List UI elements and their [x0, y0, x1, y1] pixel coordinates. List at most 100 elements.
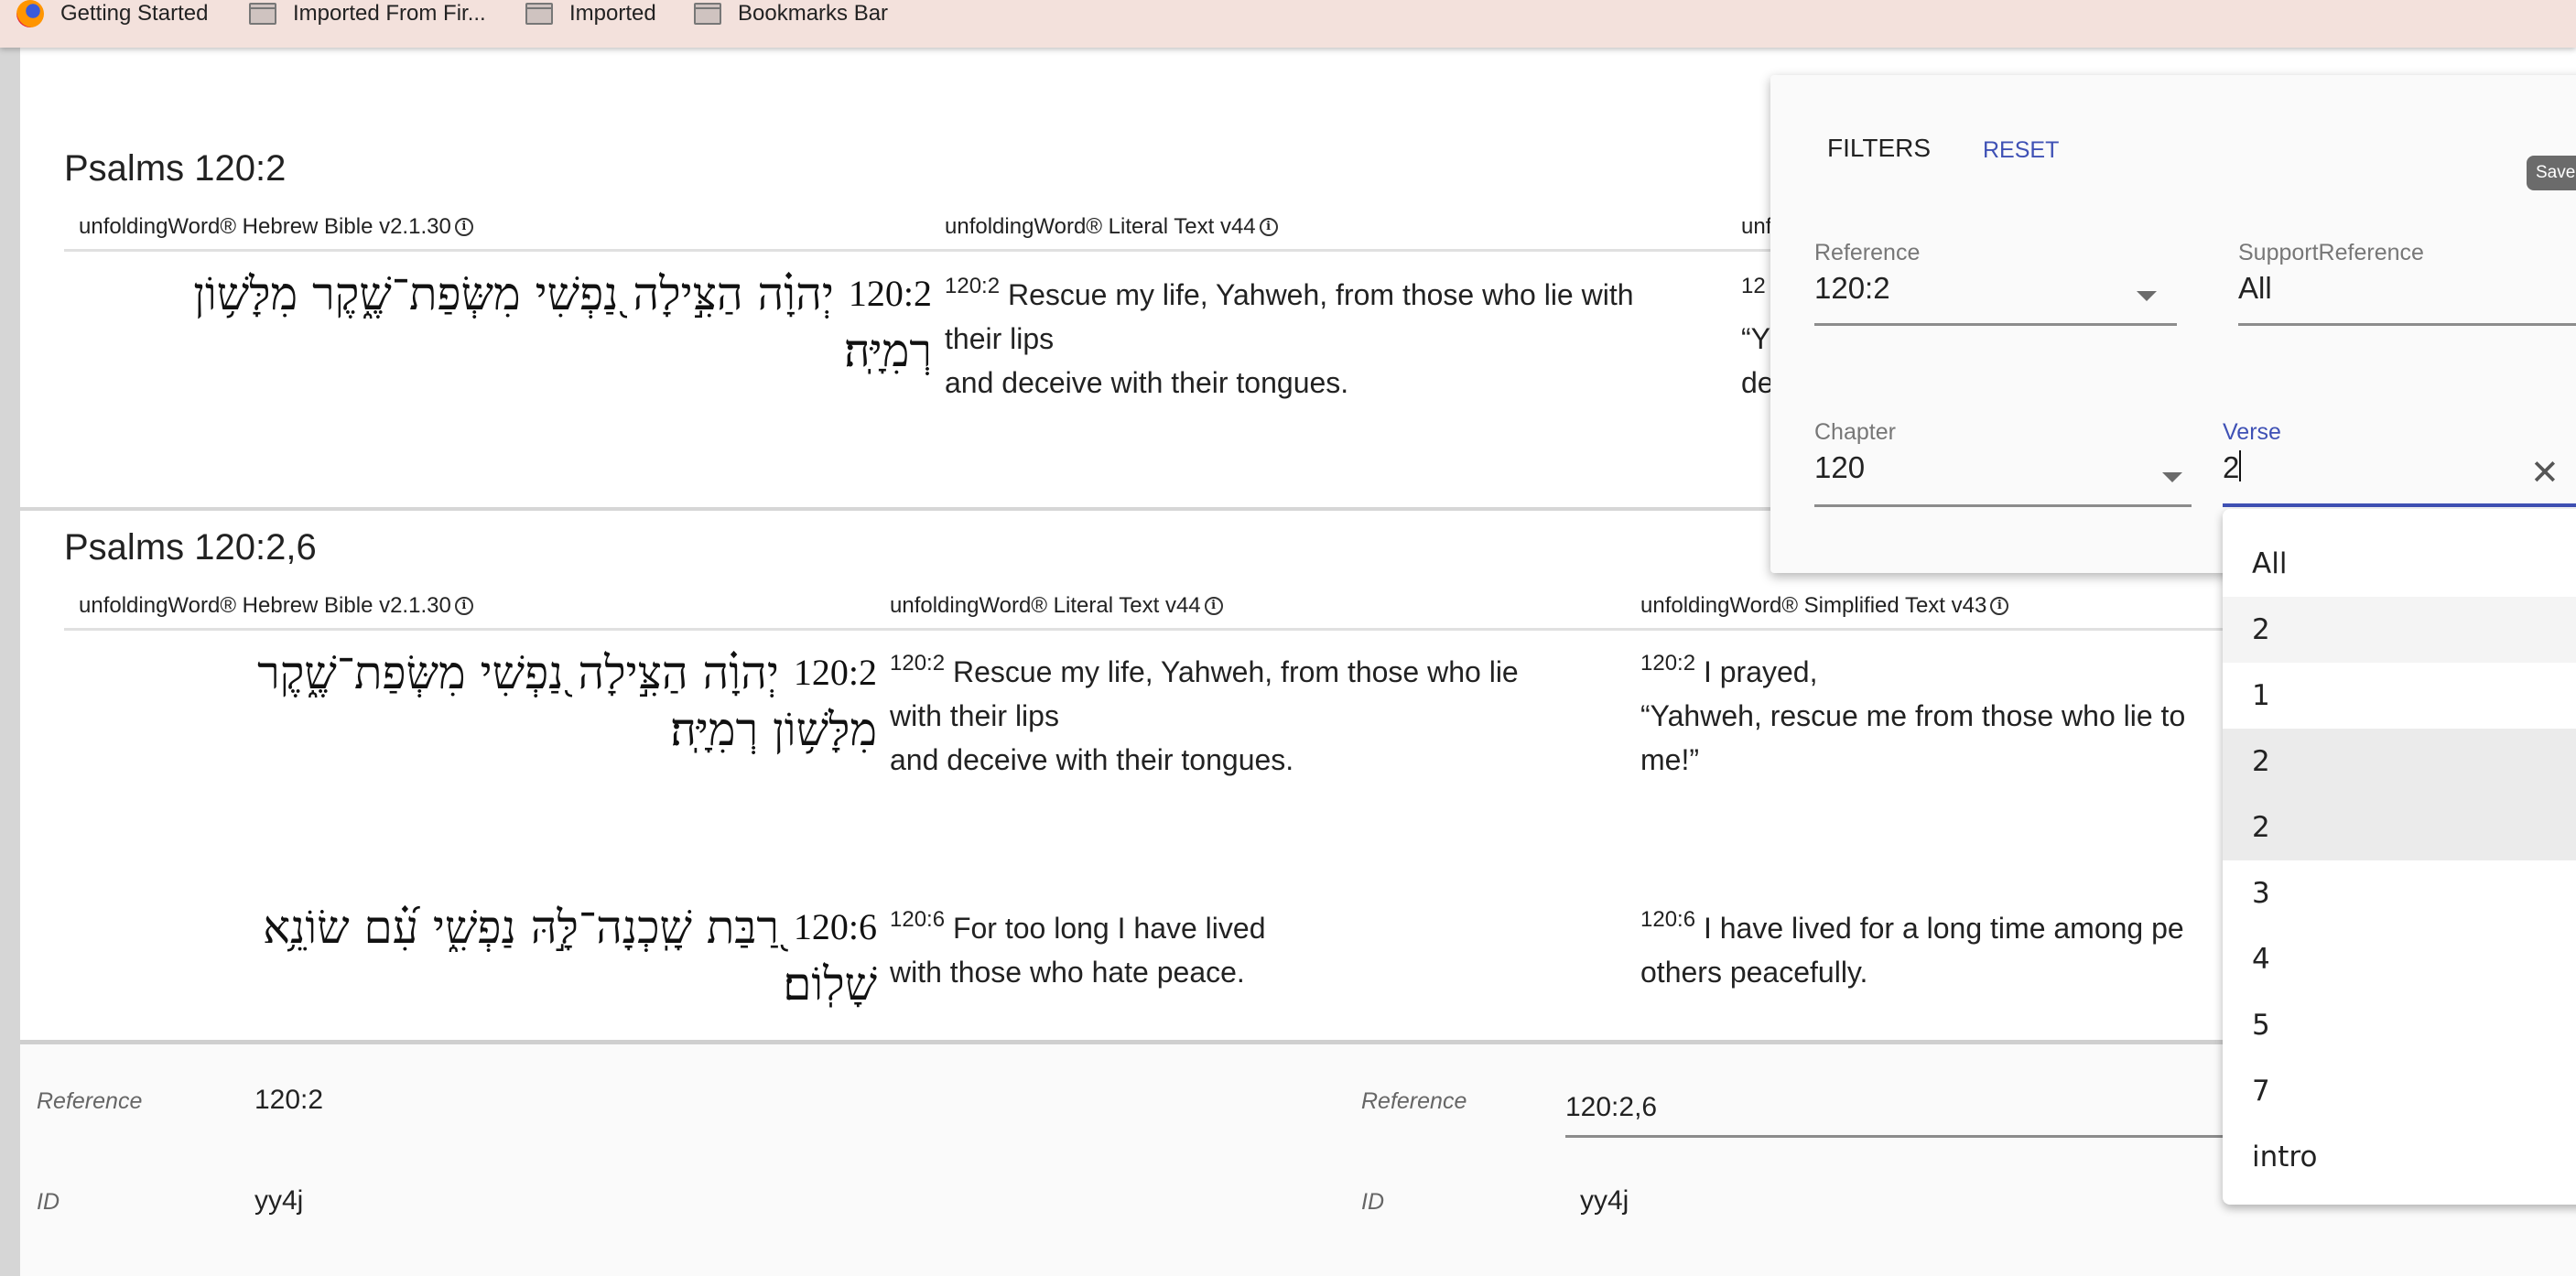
verse-number: 120:6 [793, 906, 877, 947]
verse-line: I prayed, [1703, 655, 1818, 688]
bookmark-label: Imported From Fir... [293, 1, 486, 26]
verse-line: others peacefully. [1640, 956, 1868, 989]
folder-icon [249, 3, 276, 25]
verse-filter-value: 2 [2223, 450, 2240, 484]
column-header-label: unfoldingWord® Hebrew Bible v2.1.30 [79, 214, 451, 239]
folder-icon [694, 3, 721, 25]
reference-value: 120:2 [254, 1085, 324, 1115]
chapter-filter-label: Chapter [1814, 419, 1896, 445]
bookmark-bookmarks-bar[interactable]: Bookmarks Bar [694, 0, 888, 27]
verse-line: Rescue my life, Yahweh, from those who l… [1007, 278, 1634, 311]
verse-option[interactable]: 2 [2223, 795, 2576, 860]
info-icon[interactable]: i [454, 218, 473, 236]
reference-label: Reference [1361, 1088, 1467, 1114]
reference-filter-value: 120:2 [1814, 271, 1890, 305]
bookmark-imported[interactable]: Imported [525, 0, 656, 27]
dropdown-arrow-icon [2162, 472, 2182, 482]
bookmark-label: Getting Started [60, 1, 209, 26]
hebrew-text: רַ֭בַּת שָֽׁכְנָה־לָּ֣הּ נַפְשִׁ֑י עִ֝֗ם… [263, 901, 877, 1011]
column-header-hebrew: unfoldingWord® Hebrew Bible v2.1.30 i [79, 593, 473, 619]
column-header-hebrew: unfoldingWord® Hebrew Bible v2.1.30 i [79, 214, 473, 240]
firefox-icon [16, 0, 44, 27]
verse-number: 120:2 [848, 273, 932, 314]
column-header-label: unf [1741, 214, 1772, 239]
simplified-verse: 120:6 I have lived for a long time among… [1640, 906, 2184, 994]
reset-button[interactable]: RESET [1983, 137, 2059, 164]
chapter-filter-select[interactable]: 120 [1814, 450, 2192, 507]
verse-option[interactable]: 2 [2223, 729, 2576, 795]
column-header-simplified: unf [1741, 214, 1771, 240]
verse-option[interactable]: All [2223, 531, 2576, 597]
verse-number: 120:2 [1640, 651, 1696, 676]
verse-line: and deceive with their tongues. [945, 366, 1349, 399]
verse-line: “Yahweh, rescue me from those who lie to [1640, 699, 2186, 732]
bookmarks-bar: Getting Started Imported From Fir... Imp… [0, 0, 2576, 48]
id-label: ID [1361, 1189, 1384, 1215]
reference-input[interactable]: 120:2,6 [1565, 1092, 2261, 1138]
verse-option[interactable]: 3 [2223, 860, 2576, 926]
info-icon[interactable]: i [1990, 597, 2009, 615]
verse-option[interactable]: 2 [2223, 597, 2576, 663]
id-label: ID [37, 1189, 60, 1215]
hebrew-text: יְהוָ֗ה הַצִּ֣ילָה נַ֭פְשִׁי מִשְּׂפַת־ש… [257, 646, 877, 756]
verse-line: de [1741, 366, 1774, 399]
filters-title: FILTERS [1827, 134, 1932, 162]
column-header-label: unfoldingWord® Literal Text v44 [945, 214, 1256, 239]
verse-number: 120:6 [1640, 907, 1696, 932]
info-icon[interactable]: i [1259, 218, 1278, 236]
info-icon[interactable]: i [454, 597, 473, 615]
column-header-label: unfoldingWord® Simplified Text v43 [1640, 593, 1987, 618]
verse-line: Rescue my life, Yahweh, from those who l… [952, 655, 1519, 688]
left-scroll-gutter [0, 48, 20, 1276]
divider [64, 249, 1803, 252]
verse-option[interactable]: 4 [2223, 926, 2576, 992]
verse-option[interactable]: 1 [2223, 663, 2576, 729]
section2-title: Psalms 120:2,6 [64, 527, 317, 568]
bookmark-label: Bookmarks Bar [738, 1, 889, 26]
verse-line: and deceive with their tongues. [890, 743, 1294, 776]
save-tooltip: Save [2527, 156, 2576, 190]
simplified-verse: 12 “Y de [1741, 273, 1774, 405]
hebrew-verse: 120:2 יְהוָ֗ה הַצִּ֣ילָה נַ֭פְשִׁי מִשְּ… [165, 644, 877, 758]
verse-line: For too long I have lived [952, 912, 1266, 945]
hebrew-verse: 120:2 יְהוָ֗ה הַצִּ֣ילָה נַ֭פְשִׁי מִשְּ… [92, 265, 932, 379]
id-value: yy4j [254, 1185, 304, 1216]
verse-filter-input[interactable]: 2 ✕ [2223, 450, 2576, 507]
verse-line: their lips [945, 322, 1055, 355]
section1-title: Psalms 120:2 [64, 148, 287, 189]
support-reference-filter-select[interactable]: All [2238, 271, 2576, 326]
verse-options-list: All 2 1 2 2 3 4 5 7 intro [2223, 509, 2576, 1205]
verse-number: 120:2 [890, 651, 946, 676]
dropdown-arrow-icon [2137, 291, 2157, 301]
support-reference-filter-label: SupportReference [2238, 240, 2424, 265]
reference-filter-select[interactable]: 120:2 [1814, 271, 2177, 326]
hebrew-text: יְהוָ֗ה הַצִּ֣ילָה נַ֭פְשִׁי מִשְּׂפַת־ש… [193, 267, 932, 377]
filters-panel: FILTERS RESET Save Reference 120:2 Suppo… [1770, 75, 2576, 573]
literal-verse: 120:6 For too long I have lived with thos… [890, 906, 1265, 994]
verse-option[interactable]: 5 [2223, 992, 2576, 1058]
verse-number: 120:2 [945, 274, 1001, 298]
support-reference-filter-value: All [2238, 271, 2272, 305]
column-header-label: unfoldingWord® Literal Text v44 [890, 593, 1201, 618]
bookmark-imported-from-firefox[interactable]: Imported From Fir... [249, 0, 486, 27]
verse-line: I have lived for a long time among pe [1703, 912, 2184, 945]
reference-filter-label: Reference [1814, 240, 1921, 265]
folder-icon [525, 3, 553, 25]
verse-option[interactable]: intro [2223, 1124, 2576, 1190]
bookmark-getting-started[interactable]: Getting Started [16, 0, 208, 27]
id-value: yy4j [1580, 1185, 1629, 1216]
verse-option[interactable]: 7 [2223, 1058, 2576, 1124]
verse-number: 12 [1741, 274, 1766, 298]
verse-line: with their lips [890, 699, 1059, 732]
column-header-label: unfoldingWord® Hebrew Bible v2.1.30 [79, 593, 451, 618]
info-icon[interactable]: i [1204, 597, 1223, 615]
simplified-verse: 120:2 I prayed, “Yahweh, rescue me from t… [1640, 650, 2185, 782]
clear-icon[interactable]: ✕ [2530, 452, 2560, 493]
verse-line: “Y [1741, 322, 1770, 355]
verse-line: with those who hate peace. [890, 956, 1245, 989]
reference-label: Reference [37, 1088, 143, 1114]
chapter-filter-value: 120 [1814, 450, 1866, 484]
verse-number: 120:6 [890, 907, 946, 932]
record-details: Reference 120:2 ID yy4j Reference 120:2,… [20, 1040, 2576, 1276]
column-header-literal: unfoldingWord® Literal Text v44 i [945, 214, 1278, 240]
